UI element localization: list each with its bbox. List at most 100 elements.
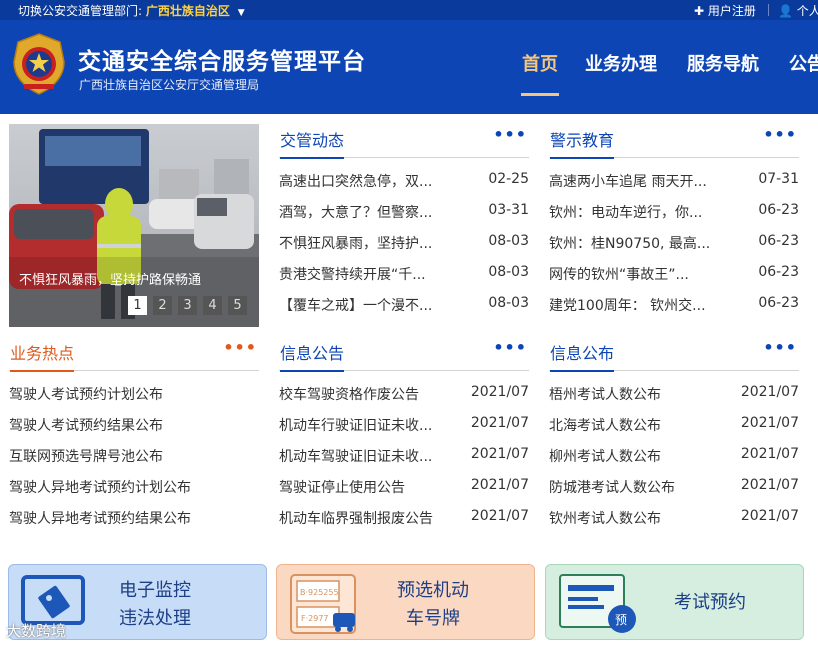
list-item[interactable]: 钦州考试人数公布 2021/07 <box>549 508 799 539</box>
more-icon[interactable]: ••• <box>493 338 527 357</box>
list-item[interactable]: 高速两小车追尾 雨天开... 07-31 <box>549 171 799 202</box>
item-title[interactable]: 贵港交警持续开展“千... <box>279 264 426 284</box>
item-date: 2021/07 <box>740 477 799 493</box>
list-item[interactable]: 机动车临界强制报废公告 2021/07 <box>279 508 529 539</box>
exam-calendar-icon: 预 <box>559 574 636 633</box>
list-item[interactable]: 网传的钦州“事故王”... 06-23 <box>549 264 799 295</box>
department-value[interactable]: 广西壮族自治区 <box>146 4 230 18</box>
list-item[interactable]: 梧州考试人数公布 2021/07 <box>549 384 799 415</box>
news-list: 高速出口突然急停，双... 02-25 酒驾，大意了？但警察... 03-31 不惧… <box>279 158 529 326</box>
list-item[interactable]: 驾驶人异地考试预约结果公布 <box>9 508 259 539</box>
item-title[interactable]: 梧州考试人数公布 <box>549 384 661 404</box>
plate-preselect-button[interactable]: B·925255 F·2977 预选机动 车号牌 <box>276 564 535 640</box>
nav-announcements[interactable]: 公告 <box>789 50 818 76</box>
plate-preselect-label: 预选机动 车号牌 <box>397 577 469 633</box>
carousel-page-3[interactable]: 3 <box>178 296 197 315</box>
more-icon[interactable]: ••• <box>763 125 797 144</box>
item-date: 06-23 <box>758 264 799 280</box>
list-item[interactable]: 不惧狂风暴雨，坚持护... 08-03 <box>279 233 529 264</box>
more-icon[interactable]: ••• <box>223 338 257 357</box>
list-item[interactable]: 驾驶人异地考试预约计划公布 <box>9 477 259 508</box>
carousel-page-2[interactable]: 2 <box>153 296 172 315</box>
list-item[interactable]: 钦州：桂N90750, 最高... 06-23 <box>549 233 799 264</box>
list-item[interactable]: 校车驾驶资格作废公告 2021/07 <box>279 384 529 415</box>
item-title[interactable]: 柳州考试人数公布 <box>549 446 661 466</box>
item-title[interactable]: 钦州：电动车逆行，你... <box>549 202 702 222</box>
list-item[interactable]: 【覆车之戒】一个漫不... 08-03 <box>279 295 529 326</box>
list-item[interactable]: 机动车行驶证旧证未收... 2021/07 <box>279 415 529 446</box>
hot-business-panel: 业务热点 ••• 驾驶人考试预约计划公布 驾驶人考试预约结果公布 互联网预选号牌… <box>9 335 259 539</box>
panel-title[interactable]: 信息公告 <box>280 340 345 372</box>
item-title[interactable]: 驾驶人考试预约结果公布 <box>9 415 163 435</box>
list-item[interactable]: 建党100周年： 钦州交... 06-23 <box>549 295 799 326</box>
item-title[interactable]: 不惧狂风暴雨，坚持护... <box>279 233 432 253</box>
nav-home[interactable]: 首页 <box>522 50 558 76</box>
carousel-page-1[interactable]: 1 <box>128 296 147 315</box>
panel-title[interactable]: 警示教育 <box>550 127 615 159</box>
item-title[interactable]: 钦州考试人数公布 <box>549 508 661 528</box>
list-item[interactable]: 驾驶证停止使用公告 2021/07 <box>279 477 529 508</box>
item-date: 2021/07 <box>470 477 529 493</box>
panel-title[interactable]: 业务热点 <box>10 340 75 372</box>
list-item[interactable]: 北海考试人数公布 2021/07 <box>549 415 799 446</box>
panel-title[interactable]: 交管动态 <box>280 127 345 159</box>
carousel-page-4[interactable]: 4 <box>203 296 222 315</box>
item-date: 06-23 <box>758 233 799 249</box>
info-notice-panel: 信息公告 ••• 校车驾驶资格作废公告 2021/07 机动车行驶证旧证未收...… <box>279 335 529 539</box>
item-date: 06-23 <box>758 202 799 218</box>
item-title[interactable]: 机动车行驶证旧证未收... <box>279 415 432 435</box>
item-date: 2021/07 <box>740 384 799 400</box>
more-icon[interactable]: ••• <box>763 338 797 357</box>
item-date: 2021/07 <box>470 446 529 462</box>
exam-booking-button[interactable]: 预 考试预约 <box>545 564 804 640</box>
nav-service-guide[interactable]: 服务导航 <box>687 50 759 76</box>
item-title[interactable]: 机动车临界强制报废公告 <box>279 508 433 528</box>
item-title[interactable]: 高速两小车追尾 雨天开... <box>549 171 707 191</box>
item-title[interactable]: 钦州：桂N90750, 最高... <box>549 233 710 253</box>
item-title[interactable]: 高速出口突然急停，双... <box>279 171 432 191</box>
item-title[interactable]: 驾驶人异地考试预约结果公布 <box>9 508 191 528</box>
item-title[interactable]: 【覆车之戒】一个漫不... <box>279 295 432 315</box>
panel-header: 信息公布 ••• <box>549 335 799 372</box>
item-title[interactable]: 防城港考试人数公布 <box>549 477 675 497</box>
list-item[interactable]: 机动车驾驶证旧证未收... 2021/07 <box>279 446 529 477</box>
item-date: 08-03 <box>488 295 529 311</box>
item-title[interactable]: 互联网预选号牌号池公布 <box>9 446 163 466</box>
personal-link[interactable]: 👤 个人 <box>778 2 818 19</box>
plate-text-1: B·925255 <box>300 588 339 597</box>
item-title[interactable]: 机动车驾驶证旧证未收... <box>279 446 432 466</box>
item-title[interactable]: 北海考试人数公布 <box>549 415 661 435</box>
item-title[interactable]: 驾驶证停止使用公告 <box>279 477 405 497</box>
plate-text-2: F·2977 <box>301 614 329 623</box>
list-item[interactable]: 钦州：电动车逆行，你... 06-23 <box>549 202 799 233</box>
label-line: 车号牌 <box>406 608 460 629</box>
label-line: 电子监控 <box>119 580 191 601</box>
register-link[interactable]: ✚ 用户注册 <box>694 2 756 19</box>
list-item[interactable]: 互联网预选号牌号池公布 <box>9 446 259 477</box>
news-carousel[interactable]: 不惧狂风暴雨，坚持护路保畅通 1 2 3 4 5 <box>9 124 259 327</box>
list-item[interactable]: 防城港考试人数公布 2021/07 <box>549 477 799 508</box>
item-title[interactable]: 网传的钦州“事故王”... <box>549 264 689 284</box>
item-title[interactable]: 酒驾，大意了？但警察... <box>279 202 432 222</box>
list-item[interactable]: 驾驶人考试预约结果公布 <box>9 415 259 446</box>
more-icon[interactable]: ••• <box>493 125 527 144</box>
label-line: 预选机动 <box>397 580 469 601</box>
list-item[interactable]: 酒驾，大意了？但警察... 03-31 <box>279 202 529 233</box>
list-item[interactable]: 高速出口突然急停，双... 02-25 <box>279 171 529 202</box>
panel-header: 业务热点 ••• <box>9 335 259 372</box>
department-switcher[interactable]: 切换公安交通管理部门: 广西壮族自治区 ▼ <box>18 2 245 19</box>
item-title[interactable]: 驾驶人考试预约计划公布 <box>9 384 163 404</box>
panel-title[interactable]: 信息公布 <box>550 340 615 372</box>
item-date: 2021/07 <box>740 415 799 431</box>
item-title[interactable]: 校车驾驶资格作废公告 <box>279 384 419 404</box>
list-item[interactable]: 柳州考试人数公布 2021/07 <box>549 446 799 477</box>
carousel-page-5[interactable]: 5 <box>228 296 247 315</box>
caret-down-icon[interactable]: ▼ <box>238 8 245 18</box>
item-title[interactable]: 建党100周年： 钦州交... <box>549 295 706 315</box>
nav-business[interactable]: 业务办理 <box>585 50 657 76</box>
item-title[interactable]: 驾驶人异地考试预约计划公布 <box>9 477 191 497</box>
list-item[interactable]: 贵港交警持续开展“千... 08-03 <box>279 264 529 295</box>
info-publish-panel: 信息公布 ••• 梧州考试人数公布 2021/07 北海考试人数公布 2021/07… <box>549 335 799 539</box>
carousel-caption[interactable]: 不惧狂风暴雨，坚持护路保畅通 <box>19 269 201 288</box>
list-item[interactable]: 驾驶人考试预约计划公布 <box>9 384 259 415</box>
